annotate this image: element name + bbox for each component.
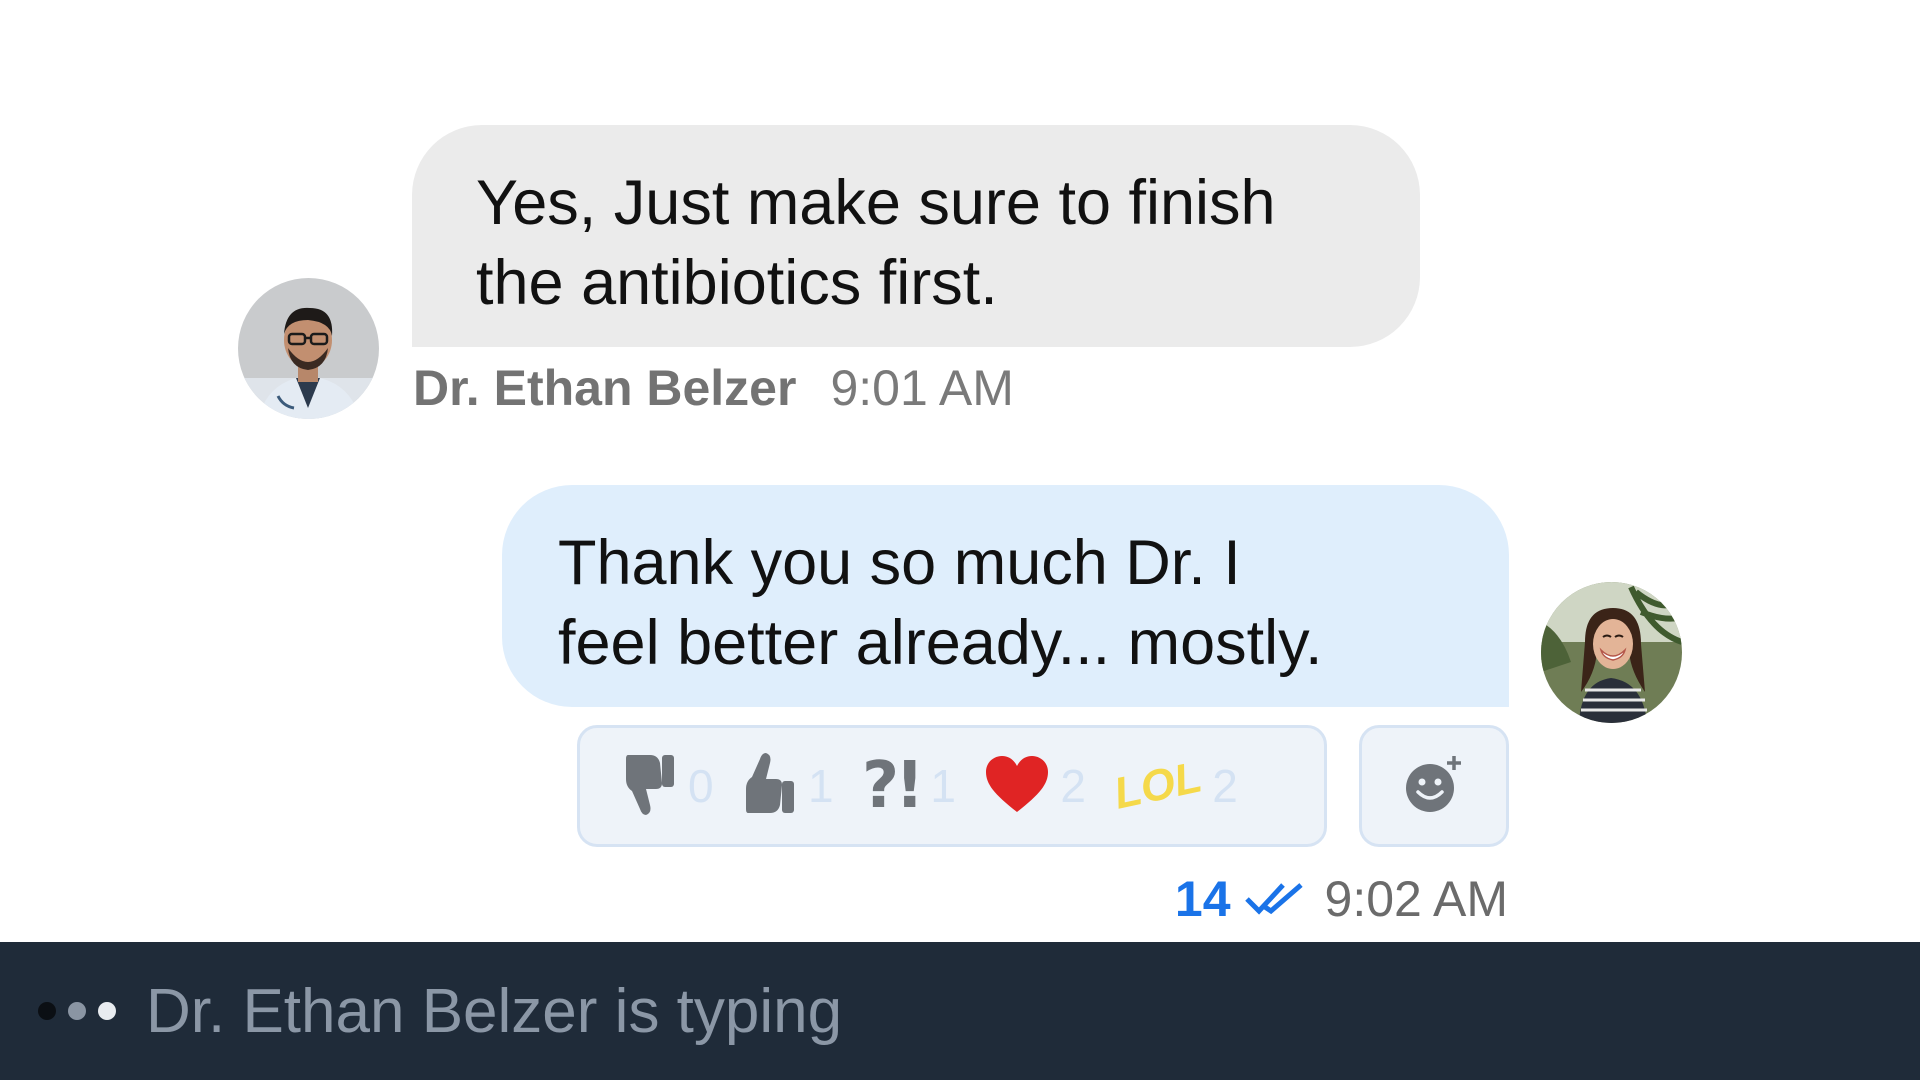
doctor-avatar[interactable]	[238, 278, 379, 419]
reaction-count: 0	[688, 760, 714, 812]
incoming-message-meta: Dr. Ethan Belzer 9:01 AM	[413, 358, 1014, 418]
typing-indicator-text: Dr. Ethan Belzer is typing	[146, 976, 843, 1046]
add-emoji-icon	[1404, 754, 1464, 819]
typing-dot	[68, 1002, 86, 1020]
heart-icon	[984, 754, 1050, 819]
reaction-thumbs-down[interactable]: 0	[622, 746, 716, 826]
outgoing-message-line: feel better already... mostly.	[558, 608, 1323, 678]
reaction-interrobang[interactable]: ?! 1	[862, 746, 958, 826]
incoming-message-bubble[interactable]: Yes, Just make sure to finish the antibi…	[412, 125, 1420, 347]
reaction-count: 1	[930, 760, 956, 812]
reaction-heart[interactable]: 2	[984, 746, 1088, 826]
typing-dot	[38, 1002, 56, 1020]
typing-indicator-bar: Dr. Ethan Belzer is typing	[0, 942, 1920, 1080]
lol-icon: LOL	[1110, 752, 1207, 819]
chat-area: Yes, Just make sure to finish the antibi…	[0, 0, 1920, 942]
reaction-count: 1	[808, 760, 834, 812]
incoming-timestamp: 9:01 AM	[830, 360, 1014, 416]
sender-name[interactable]: Dr. Ethan Belzer	[413, 359, 796, 417]
patient-avatar[interactable]	[1541, 582, 1682, 723]
reaction-lol[interactable]: LOL 2	[1110, 746, 1240, 826]
outgoing-message-bubble[interactable]: Thank you so much Dr. I feel better alre…	[502, 485, 1509, 707]
thumbs-up-icon	[742, 749, 798, 824]
double-check-icon	[1244, 879, 1305, 919]
outgoing-timestamp: 9:02 AM	[1324, 871, 1508, 927]
incoming-message-line: the antibiotics first.	[476, 248, 998, 318]
typing-dot	[98, 1002, 116, 1020]
add-reaction-button[interactable]	[1359, 725, 1509, 847]
read-count: 14	[1174, 871, 1231, 927]
reaction-thumbs-up[interactable]: 1	[742, 746, 836, 826]
incoming-message-line: Yes, Just make sure to finish	[476, 168, 1276, 238]
reactions-bar: 0 1 ?! 1 2 LOL 2	[577, 725, 1327, 847]
outgoing-message-meta: 14 9:02 AM	[1175, 868, 1508, 930]
reaction-count: 2	[1212, 760, 1238, 812]
reaction-count: 2	[1060, 760, 1086, 812]
typing-dots-icon	[38, 1002, 128, 1020]
interrobang-icon: ?!	[862, 749, 924, 823]
thumbs-down-icon	[622, 749, 678, 824]
outgoing-message-line: Thank you so much Dr. I	[558, 528, 1241, 598]
